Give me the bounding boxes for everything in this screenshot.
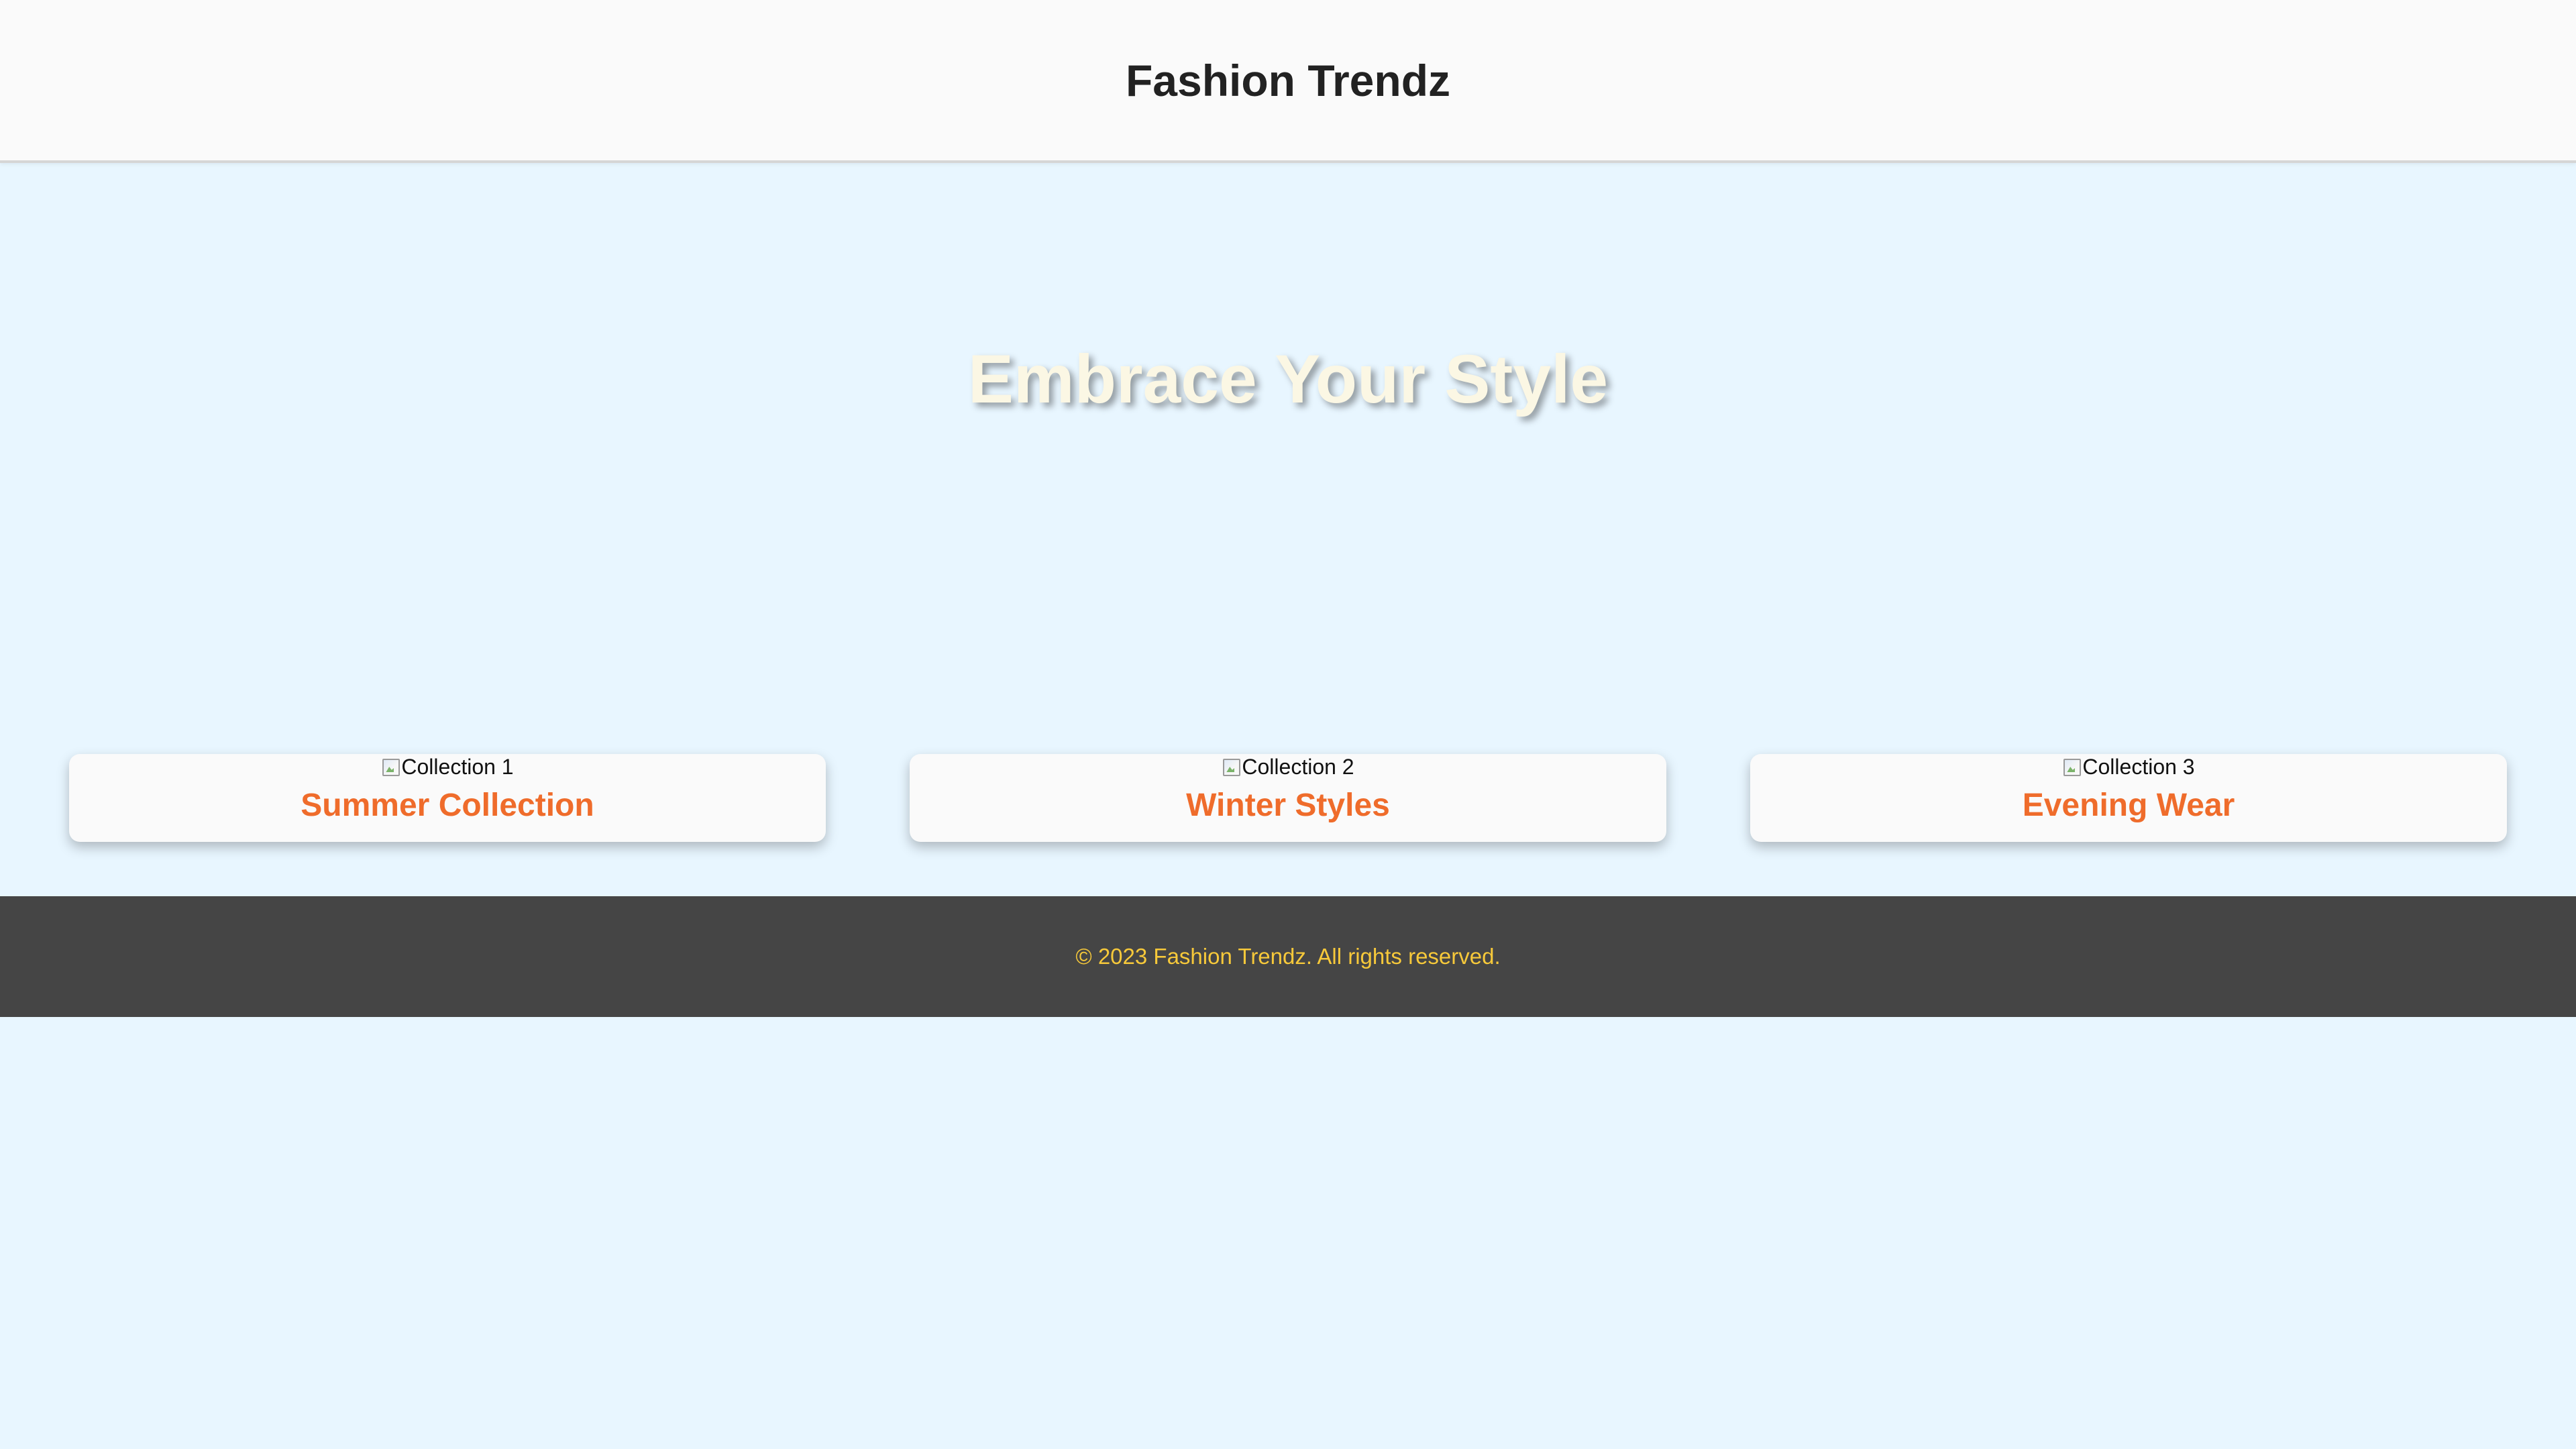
broken-image-icon xyxy=(381,757,401,777)
collection-image-alt: Collection 1 xyxy=(401,754,514,779)
collection-card-winter[interactable]: Collection 2 Winter Styles xyxy=(910,754,1666,842)
broken-image-icon xyxy=(2062,757,2082,777)
collection-title[interactable]: Winter Styles xyxy=(1186,787,1390,824)
collection-card-evening[interactable]: Collection 3 Evening Wear xyxy=(1750,754,2507,842)
site-header: Fashion Trendz xyxy=(0,0,2576,163)
collection-image[interactable]: Collection 2 xyxy=(1222,755,1354,779)
collection-image[interactable]: Collection 3 xyxy=(2062,754,2195,779)
hero-banner: Embrace Your Style xyxy=(0,163,2576,700)
hero-title: Embrace Your Style xyxy=(967,341,1609,417)
collection-title[interactable]: Evening Wear xyxy=(2023,787,2235,824)
site-footer: © 2023 Fashion Trendz. All rights reserv… xyxy=(0,896,2576,1017)
collection-image-alt: Collection 3 xyxy=(2082,754,2195,779)
collections-grid: Collection 1 Summer Collection Collectio… xyxy=(0,754,2576,842)
copyright-text: © 2023 Fashion Trendz. All rights reserv… xyxy=(1075,944,1501,969)
site-title[interactable]: Fashion Trendz xyxy=(1126,55,1450,106)
collection-image-alt: Collection 2 xyxy=(1242,754,1354,779)
broken-image-icon xyxy=(1222,757,1242,777)
collection-image[interactable]: Collection 1 xyxy=(381,754,514,779)
collection-card-summer[interactable]: Collection 1 Summer Collection xyxy=(69,754,826,842)
collection-title[interactable]: Summer Collection xyxy=(301,787,594,824)
